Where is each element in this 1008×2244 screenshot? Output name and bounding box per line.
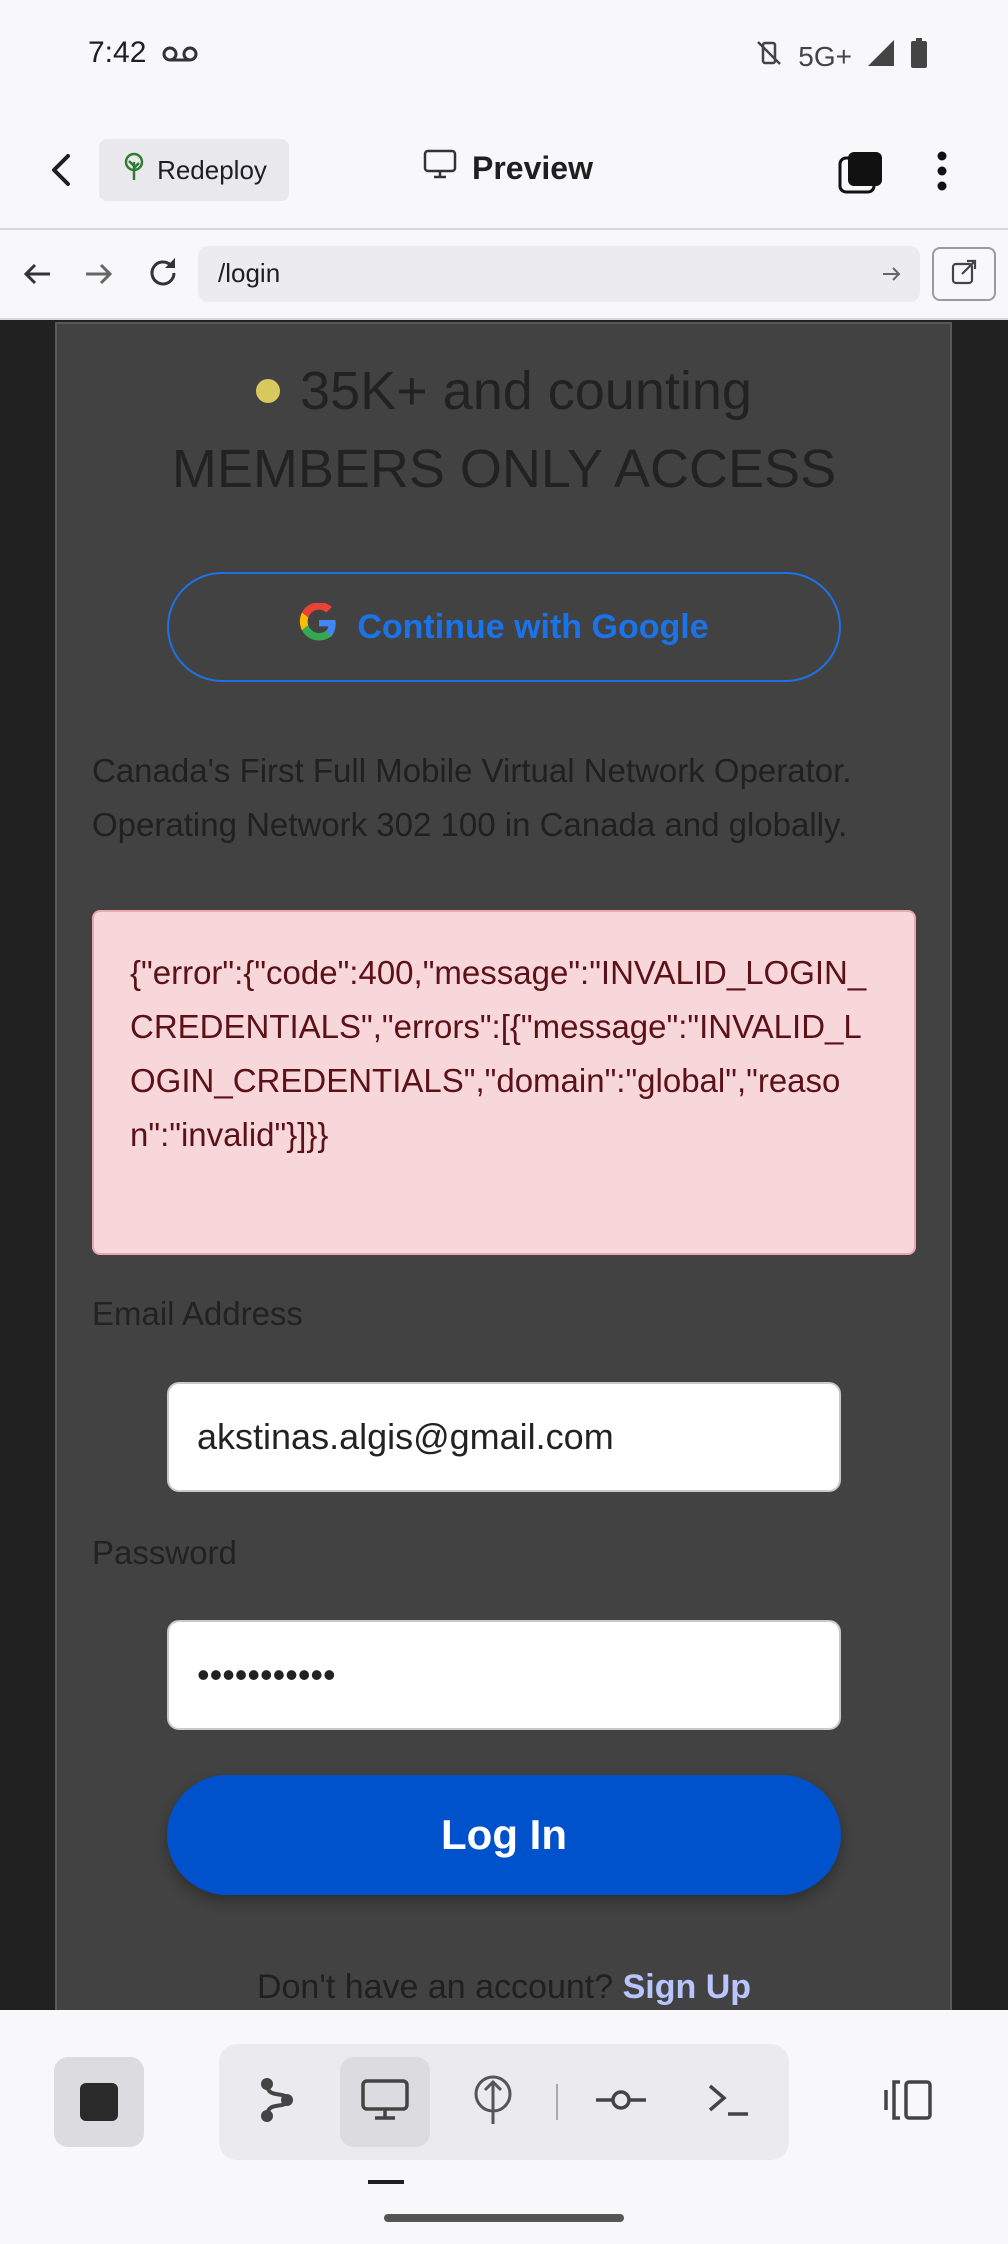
status-icons: 5G+ xyxy=(754,38,928,75)
preview-title: Preview xyxy=(422,148,593,188)
url-go-icon[interactable] xyxy=(880,262,904,291)
commit-tool[interactable] xyxy=(576,2057,666,2147)
email-label: Email Address xyxy=(92,1295,303,1332)
terminal-icon xyxy=(706,2082,752,2123)
panel-toggle-icon xyxy=(882,2078,936,2127)
google-logo-icon xyxy=(299,601,339,652)
deploy-tree-icon xyxy=(121,152,147,189)
redeploy-button[interactable]: Redeploy xyxy=(99,139,289,201)
mute-vibrate-icon xyxy=(754,38,784,75)
status-time: 7:42 xyxy=(88,36,147,69)
log-in-button[interactable]: Log In xyxy=(167,1775,841,1895)
branch-icon xyxy=(255,2076,299,2129)
globe-deploy-icon xyxy=(470,2074,516,2131)
arrow-forward-icon[interactable] xyxy=(82,257,116,296)
more-options-icon[interactable] xyxy=(932,150,952,197)
voicemail-icon xyxy=(162,44,198,69)
password-label: Password xyxy=(92,1534,237,1571)
open-external-icon xyxy=(950,258,978,291)
preview-tool[interactable] xyxy=(340,2057,430,2147)
members-only-headline: MEMBERS ONLY ACCESS xyxy=(171,439,837,499)
member-count-headline: 35K+ and counting xyxy=(0,360,1008,422)
monitor-icon xyxy=(360,2078,410,2127)
email-field[interactable] xyxy=(167,1382,841,1492)
member-count-text: 35K+ and counting xyxy=(300,361,752,421)
terminal-tool[interactable] xyxy=(684,2057,774,2147)
signal-icon xyxy=(866,38,896,75)
active-tool-indicator xyxy=(368,2180,404,2184)
tabs-icon[interactable] xyxy=(838,150,884,199)
password-field[interactable] xyxy=(167,1620,841,1730)
panel-toggle-button[interactable] xyxy=(864,2057,954,2147)
continue-with-google-button[interactable]: Continue with Google xyxy=(167,572,841,682)
google-button-label: Continue with Google xyxy=(357,607,709,646)
network-type: 5G+ xyxy=(798,40,852,72)
stop-icon xyxy=(80,2083,118,2121)
deploy-tool[interactable] xyxy=(448,2057,538,2147)
url-text: /login xyxy=(218,258,281,288)
gesture-nav-pill[interactable] xyxy=(384,2214,624,2222)
error-alert: {"error":{"code":400,"message":"INVALID_… xyxy=(92,910,916,1255)
monitor-icon xyxy=(422,148,458,188)
toolbar-divider xyxy=(556,2084,558,2120)
signup-prompt: Don't have an account? xyxy=(256,1968,614,2006)
redeploy-label: Redeploy xyxy=(157,154,267,185)
commit-icon xyxy=(594,2088,648,2117)
signup-row: Don't have an account? Sign Up xyxy=(0,1968,1008,2007)
preview-label: Preview xyxy=(472,149,593,186)
open-external-button[interactable] xyxy=(932,247,996,301)
stop-button[interactable] xyxy=(54,2057,144,2147)
back-chevron-icon[interactable] xyxy=(44,150,80,195)
battery-icon xyxy=(910,38,928,75)
url-field[interactable] xyxy=(198,246,920,302)
git-branch-tool[interactable] xyxy=(232,2057,322,2147)
reload-icon[interactable] xyxy=(145,255,181,296)
status-dot xyxy=(256,379,281,403)
arrow-back-icon[interactable] xyxy=(20,257,54,296)
tagline: Canada's First Full Mobile Virtual Netwo… xyxy=(92,752,852,843)
sign-up-link[interactable]: Sign Up xyxy=(623,1968,751,2006)
